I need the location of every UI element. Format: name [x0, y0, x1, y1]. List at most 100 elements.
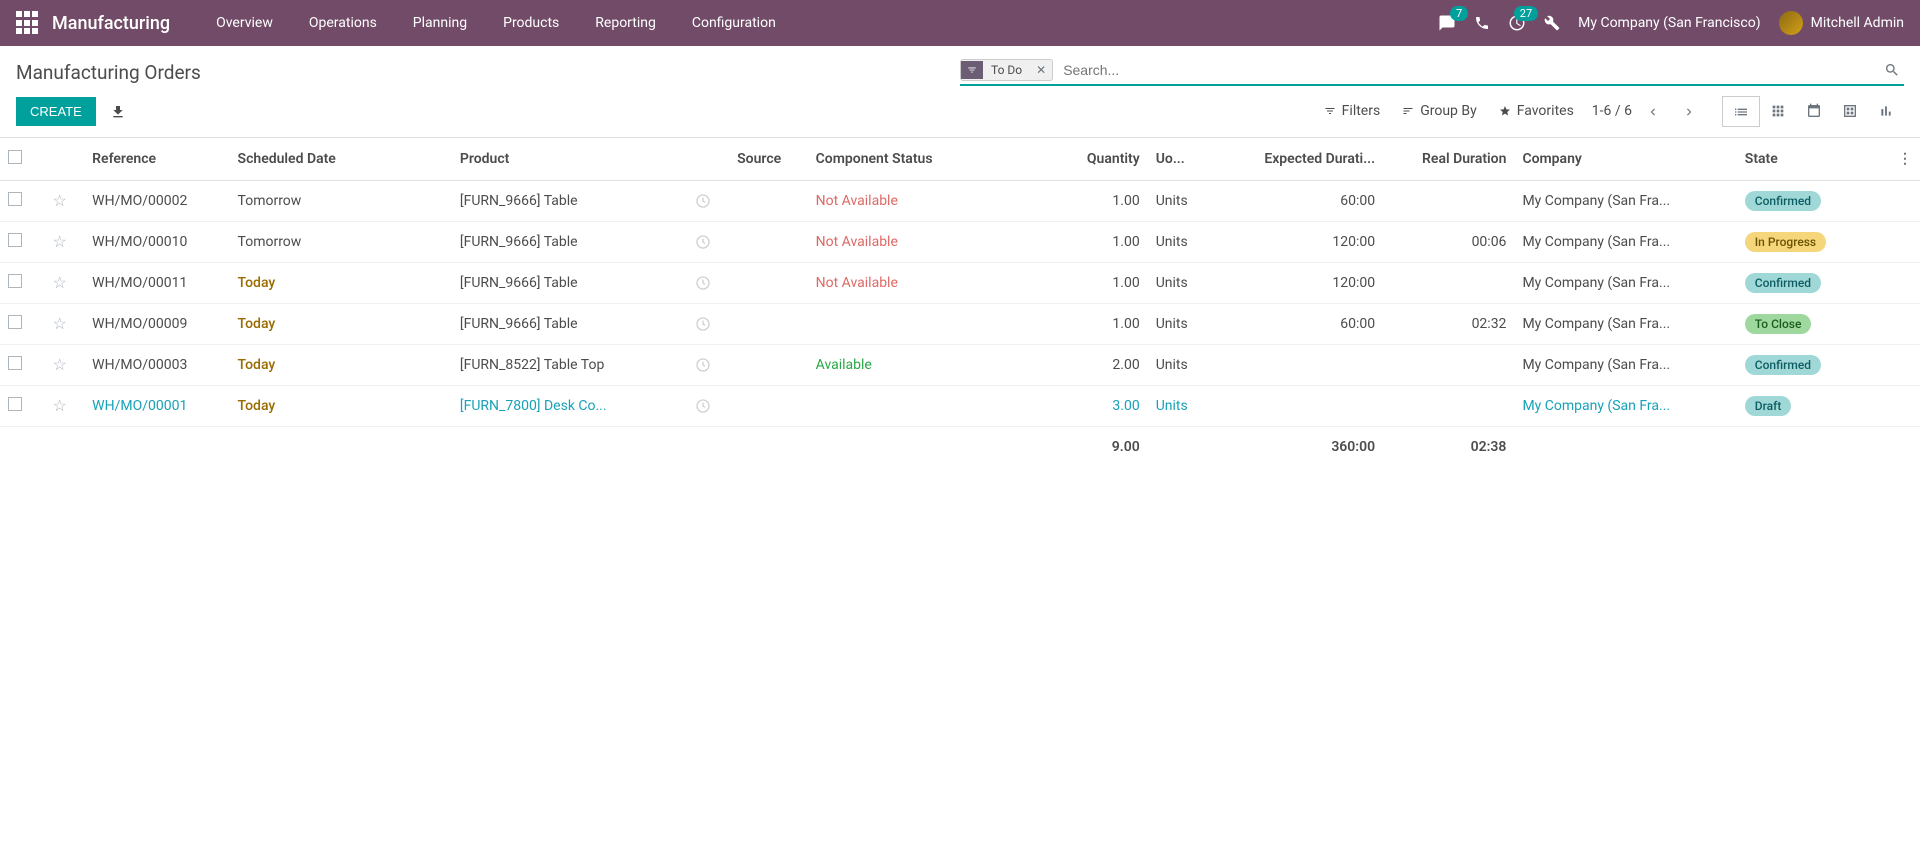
th-scheduled[interactable]: Scheduled Date	[230, 138, 452, 181]
search-facet-todo: To Do ✕	[960, 59, 1053, 81]
star-icon[interactable]: ☆	[52, 232, 66, 251]
table-row[interactable]: ☆ WH/MO/00002 Tomorrow [FURN_9666] Table…	[0, 180, 1920, 221]
favorites-button[interactable]: Favorites	[1499, 103, 1574, 119]
create-button[interactable]: CREATE	[16, 97, 96, 126]
th-expected[interactable]: Expected Durati...	[1213, 138, 1383, 181]
data-table: Reference Scheduled Date Product Source …	[0, 138, 1920, 467]
cell-component-status	[808, 385, 1043, 426]
star-icon[interactable]: ☆	[52, 396, 66, 415]
page-title: Manufacturing Orders	[16, 61, 201, 84]
row-checkbox[interactable]	[8, 356, 22, 370]
cell-scheduled: Tomorrow	[230, 180, 452, 221]
nav-planning[interactable]: Planning	[395, 3, 485, 43]
import-icon[interactable]	[110, 103, 126, 119]
status-badge: Draft	[1745, 396, 1792, 416]
table-row[interactable]: ☆ WH/MO/00003 Today [FURN_8522] Table To…	[0, 344, 1920, 385]
th-source[interactable]: Source	[729, 138, 808, 181]
pager-value[interactable]: 1-6 / 6	[1592, 103, 1632, 119]
cell-product: [FURN_9666] Table	[452, 221, 687, 262]
clock-icon[interactable]	[687, 303, 729, 344]
phone-icon[interactable]	[1474, 15, 1490, 31]
search-icon[interactable]	[1880, 58, 1904, 82]
cell-source	[729, 303, 808, 344]
th-uom[interactable]: Uo...	[1148, 138, 1213, 181]
search-bar: To Do ✕	[960, 58, 1904, 86]
view-graph-icon[interactable]	[1868, 96, 1904, 126]
pager: 1-6 / 6	[1592, 99, 1704, 123]
status-badge: Confirmed	[1745, 191, 1821, 211]
company-selector[interactable]: My Company (San Francisco)	[1578, 15, 1760, 31]
pager-next-icon[interactable]	[1674, 99, 1704, 123]
cell-quantity: 2.00	[1043, 344, 1148, 385]
activities-icon[interactable]: 27	[1508, 14, 1526, 32]
cell-quantity: 1.00	[1043, 262, 1148, 303]
cell-scheduled: Today	[230, 344, 452, 385]
app-brand[interactable]: Manufacturing	[52, 13, 170, 34]
nav-reporting[interactable]: Reporting	[577, 3, 674, 43]
pager-prev-icon[interactable]	[1638, 99, 1668, 123]
cell-component-status: Not Available	[808, 262, 1043, 303]
view-kanban-icon[interactable]	[1760, 96, 1796, 126]
star-icon[interactable]: ☆	[52, 314, 66, 333]
th-component-status[interactable]: Component Status	[808, 138, 1043, 181]
cell-expected	[1213, 344, 1383, 385]
row-checkbox[interactable]	[8, 397, 22, 411]
row-checkbox[interactable]	[8, 315, 22, 329]
cell-source	[729, 221, 808, 262]
view-calendar-icon[interactable]	[1796, 96, 1832, 126]
cell-quantity: 1.00	[1043, 221, 1148, 262]
cell-component-status: Available	[808, 344, 1043, 385]
facet-remove-icon[interactable]: ✕	[1030, 60, 1052, 80]
clock-icon[interactable]	[687, 385, 729, 426]
nav-overview[interactable]: Overview	[198, 3, 291, 43]
search-input[interactable]	[1059, 58, 1880, 82]
columns-more-icon[interactable]: ⋮	[1881, 138, 1920, 181]
cell-expected: 120:00	[1213, 262, 1383, 303]
groupby-button[interactable]: Group By	[1402, 103, 1477, 119]
cell-state: Confirmed	[1737, 180, 1881, 221]
table-row[interactable]: ☆ WH/MO/00009 Today [FURN_9666] Table 1.…	[0, 303, 1920, 344]
th-state[interactable]: State	[1737, 138, 1881, 181]
star-icon[interactable]: ☆	[52, 273, 66, 292]
clock-icon[interactable]	[687, 221, 729, 262]
debug-icon[interactable]	[1544, 15, 1560, 31]
cell-state: To Close	[1737, 303, 1881, 344]
row-checkbox[interactable]	[8, 192, 22, 206]
th-reference[interactable]: Reference	[84, 138, 229, 181]
cell-expected: 60:00	[1213, 180, 1383, 221]
user-menu[interactable]: Mitchell Admin	[1779, 11, 1904, 35]
star-icon[interactable]: ☆	[52, 355, 66, 374]
cell-real	[1383, 262, 1514, 303]
cell-product: [FURN_8522] Table Top	[452, 344, 687, 385]
facet-label: To Do	[983, 60, 1030, 80]
clock-icon[interactable]	[687, 180, 729, 221]
select-all-checkbox[interactable]	[8, 150, 22, 164]
th-quantity[interactable]: Quantity	[1043, 138, 1148, 181]
cell-component-status: Not Available	[808, 180, 1043, 221]
row-checkbox[interactable]	[8, 233, 22, 247]
cell-scheduled: Today	[230, 262, 452, 303]
filters-button[interactable]: Filters	[1324, 103, 1381, 119]
cell-source	[729, 344, 808, 385]
table-row[interactable]: ☆ WH/MO/00001 Today [FURN_7800] Desk Co.…	[0, 385, 1920, 426]
view-list-icon[interactable]	[1722, 96, 1760, 126]
row-checkbox[interactable]	[8, 274, 22, 288]
favorites-label: Favorites	[1517, 103, 1574, 119]
view-pivot-icon[interactable]	[1832, 96, 1868, 126]
status-badge: Confirmed	[1745, 355, 1821, 375]
th-real[interactable]: Real Duration	[1383, 138, 1514, 181]
star-icon[interactable]: ☆	[52, 191, 66, 210]
nav-products[interactable]: Products	[485, 3, 577, 43]
table-row[interactable]: ☆ WH/MO/00011 Today [FURN_9666] Table No…	[0, 262, 1920, 303]
messages-icon[interactable]: 7	[1438, 14, 1456, 32]
nav-operations[interactable]: Operations	[291, 3, 395, 43]
cell-reference: WH/MO/00002	[84, 180, 229, 221]
cell-company: My Company (San Fra...	[1514, 385, 1736, 426]
clock-icon[interactable]	[687, 262, 729, 303]
table-row[interactable]: ☆ WH/MO/00010 Tomorrow [FURN_9666] Table…	[0, 221, 1920, 262]
th-company[interactable]: Company	[1514, 138, 1736, 181]
apps-menu-icon[interactable]	[16, 11, 40, 35]
clock-icon[interactable]	[687, 344, 729, 385]
th-product[interactable]: Product	[452, 138, 687, 181]
nav-configuration[interactable]: Configuration	[674, 3, 794, 43]
